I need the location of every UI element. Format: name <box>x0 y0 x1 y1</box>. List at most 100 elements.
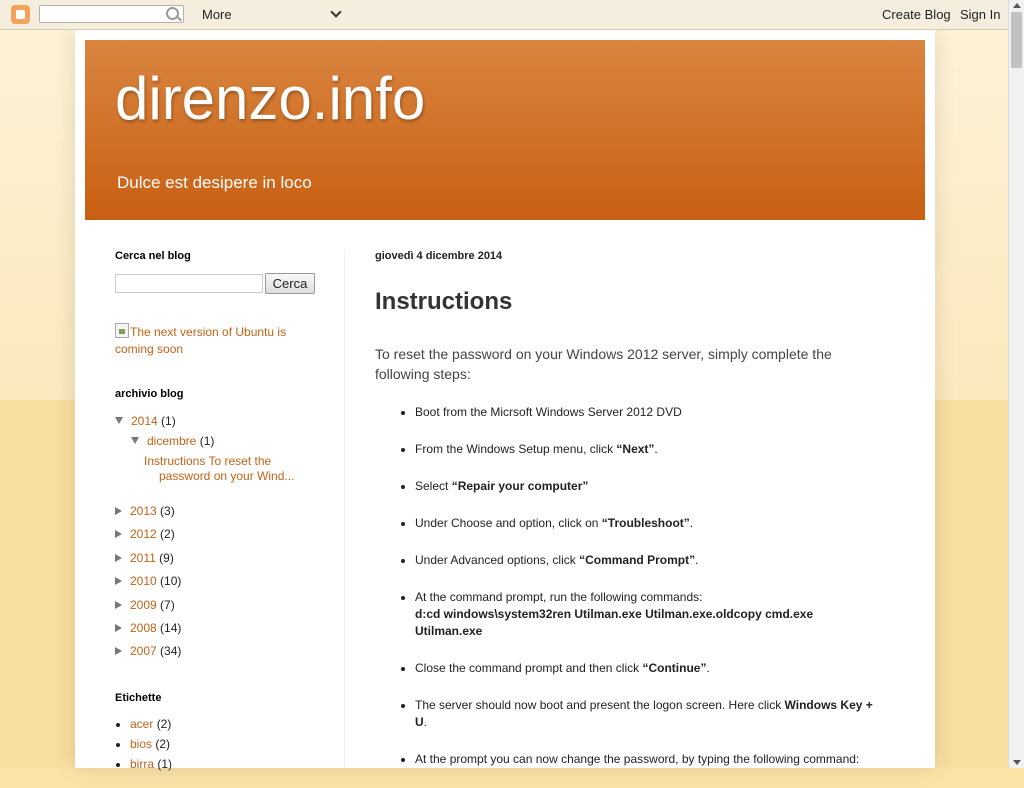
scroll-down-arrow-icon[interactable] <box>1013 760 1021 765</box>
label-link[interactable]: bios <box>130 737 152 751</box>
blog-page: direnzo.info Dulce est desipere in loco … <box>75 30 935 771</box>
archive-count: (3) <box>160 504 175 518</box>
expand-triangle-icon[interactable] <box>115 554 122 562</box>
archive-widget-title: archivio blog <box>115 388 184 400</box>
step-text: Select <box>415 479 452 493</box>
navbar-search-input[interactable] <box>39 5 184 23</box>
archive-year-row[interactable]: 2008 (14) <box>115 621 181 635</box>
broken-image-icon <box>115 323 129 338</box>
archive-year-row[interactable]: 2007 (34) <box>115 644 181 658</box>
post-date: giovedì 4 dicembre 2014 <box>375 250 503 262</box>
search-button[interactable]: Cerca <box>265 273 315 294</box>
sidebar-divider <box>344 250 345 768</box>
step-text: Under Choose and option, click on <box>415 516 602 530</box>
search-icon[interactable] <box>166 7 179 20</box>
steps-list: Boot from the Micrsoft Windows Server 20… <box>375 404 875 788</box>
ubuntu-image-link[interactable]: The next version of Ubuntu is coming soo… <box>115 323 315 358</box>
step-bold: “Command Prompt” <box>579 553 696 567</box>
archive-count: (1) <box>199 434 215 448</box>
archive-count: (1) <box>161 414 176 428</box>
step-item: Select “Repair your computer” <box>415 478 875 495</box>
image-alt-text: The next version of Ubuntu is coming soo… <box>115 325 287 356</box>
step-command: d:cd windows\system32ren Utilman.exe Uti… <box>415 607 814 638</box>
create-blog-link[interactable]: Create Blog <box>882 7 951 22</box>
expand-triangle-icon[interactable] <box>115 601 122 609</box>
more-dropdown[interactable]: More <box>202 7 232 22</box>
archive-year-link[interactable]: 2012 <box>130 527 157 541</box>
label-link[interactable]: birra <box>130 757 154 771</box>
step-bold: “Repair your computer” <box>451 479 589 493</box>
step-item: Under Advanced options, click “Command P… <box>415 552 875 569</box>
step-after: . <box>423 715 428 729</box>
label-link[interactable]: acer <box>130 717 153 731</box>
expand-triangle-icon[interactable] <box>115 507 122 515</box>
archive-year-row[interactable]: 2011 (9) <box>115 551 174 565</box>
blogger-logo-icon[interactable] <box>11 5 30 24</box>
step-item: The server should now boot and present t… <box>415 697 875 731</box>
expand-triangle-icon[interactable] <box>115 530 122 538</box>
blog-description: Dulce est desipere in loco <box>117 173 312 192</box>
label-count: (2) <box>155 737 171 751</box>
archive-year-link[interactable]: 2008 <box>130 621 157 635</box>
archive-year-row[interactable]: 2009 (7) <box>115 598 175 612</box>
archive-month-dicembre[interactable]: dicembre (1) <box>131 434 214 448</box>
step-item: Close the command prompt and then click … <box>415 660 875 677</box>
archive-year-link[interactable]: 2013 <box>130 504 157 518</box>
step-item: From the Windows Setup menu, click “Next… <box>415 441 875 458</box>
archive-post-line1[interactable]: Instructions To reset the <box>144 454 271 468</box>
chevron-down-icon[interactable] <box>330 6 342 18</box>
sign-in-link[interactable]: Sign In <box>960 7 1000 22</box>
step-text: From the Windows Setup menu, click <box>415 442 617 456</box>
step-item: At the command prompt, run the following… <box>415 589 875 640</box>
label-item: birra (1) <box>130 754 172 774</box>
archive-year-link[interactable]: 2011 <box>130 551 156 565</box>
step-text: Under Advanced options, click <box>415 553 580 567</box>
archive-year-2014[interactable]: 2014 (1) <box>115 414 176 428</box>
expand-triangle-icon[interactable] <box>115 577 122 585</box>
step-item: Under Choose and option, click on “Troub… <box>415 515 875 532</box>
label-item: bios (2) <box>130 734 172 754</box>
step-text: At the prompt you can now change the pas… <box>415 752 860 766</box>
archive-count: (2) <box>160 527 175 541</box>
blog-title[interactable]: direnzo.info <box>115 64 425 133</box>
labels-widget-title: Etichette <box>115 692 162 704</box>
archive-year-row[interactable]: 2013 (3) <box>115 504 175 518</box>
step-text: The server should now boot and present t… <box>415 698 785 712</box>
step-text: Close the command prompt and then click <box>415 661 643 675</box>
archive-count: (9) <box>159 551 174 565</box>
archive-year-link[interactable]: 2007 <box>130 644 157 658</box>
expand-triangle-icon[interactable] <box>115 647 122 655</box>
step-text: At the command prompt, run the following… <box>415 590 703 604</box>
post-intro: To reset the password on your Windows 20… <box>375 346 832 382</box>
blog-search-input[interactable] <box>115 274 263 293</box>
label-count: (2) <box>156 717 172 731</box>
step-after: . <box>654 442 658 456</box>
archive-count: (14) <box>160 621 182 635</box>
label-count: (1) <box>157 757 173 771</box>
post-title[interactable]: Instructions <box>375 288 512 316</box>
blog-header: direnzo.info Dulce est desipere in loco <box>85 40 925 220</box>
search-widget-title: Cerca nel blog <box>115 250 191 262</box>
archive-month-link[interactable]: dicembre <box>147 434 196 448</box>
archive-post-line2[interactable]: password on your Wind... <box>144 469 314 484</box>
archive-year-row[interactable]: 2012 (2) <box>115 527 175 541</box>
archive-post-link[interactable]: Instructions To reset the password on yo… <box>144 454 314 484</box>
collapse-triangle-icon[interactable] <box>115 417 123 424</box>
scroll-thumb[interactable] <box>1011 12 1022 68</box>
step-after: . <box>706 661 710 675</box>
archive-year-link[interactable]: 2010 <box>130 574 157 588</box>
step-bold: “Continue” <box>642 661 707 675</box>
archive-year-link[interactable]: 2009 <box>130 598 157 612</box>
collapse-triangle-icon[interactable] <box>131 437 139 444</box>
expand-triangle-icon[interactable] <box>115 624 122 632</box>
archive-year-link[interactable]: 2014 <box>131 414 158 428</box>
step-item: At the prompt you can now change the pas… <box>415 751 875 768</box>
step-after: . <box>695 553 699 567</box>
vertical-scrollbar[interactable] <box>1008 0 1024 768</box>
archive-count: (34) <box>160 644 182 658</box>
step-bold: “Troubleshoot” <box>601 516 690 530</box>
label-item: acer (2) <box>130 714 172 734</box>
archive-year-row[interactable]: 2010 (10) <box>115 574 181 588</box>
labels-list: acer (2) bios (2) birra (1) <box>115 714 172 774</box>
scroll-up-arrow-icon[interactable] <box>1013 3 1021 8</box>
